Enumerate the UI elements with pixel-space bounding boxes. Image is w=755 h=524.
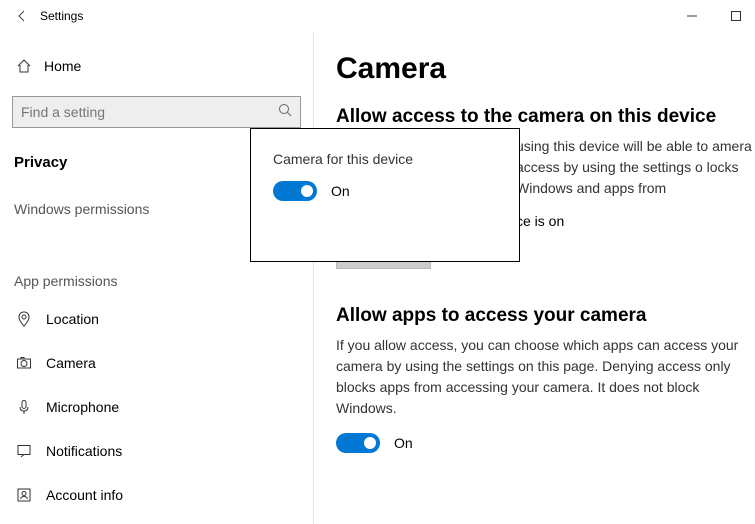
- device-camera-toggle[interactable]: [273, 181, 317, 201]
- nav-item-microphone[interactable]: Microphone: [0, 385, 313, 429]
- minimize-button[interactable]: [677, 4, 707, 28]
- nav-home-label: Home: [44, 58, 81, 74]
- device-camera-toggle-label: On: [331, 183, 350, 199]
- section1-title: Allow access to the camera on this devic…: [336, 106, 755, 128]
- camera-icon: [14, 355, 34, 371]
- nav-item-label: Microphone: [46, 399, 119, 415]
- account-icon: [14, 487, 34, 503]
- nav-item-label: Notifications: [46, 443, 122, 459]
- sidebar-group-app-permissions[interactable]: App permissions: [0, 265, 313, 297]
- section2-title: Allow apps to access your camera: [336, 305, 755, 327]
- sidebar: Home Privacy Windows permissions App per…: [0, 32, 314, 524]
- section2-body: If you allow access, you can choose whic…: [336, 335, 755, 419]
- apps-access-toggle[interactable]: [336, 433, 380, 453]
- nav-item-label: Location: [46, 311, 99, 327]
- microphone-icon: [14, 399, 34, 415]
- nav-item-camera[interactable]: Camera: [0, 341, 313, 385]
- search-icon: [278, 103, 292, 122]
- camera-device-popup: Camera for this device On: [250, 128, 520, 262]
- back-button[interactable]: [8, 2, 36, 30]
- nav-home[interactable]: Home: [0, 46, 313, 86]
- apps-access-toggle-label: On: [394, 435, 413, 451]
- nav-item-label: Account info: [46, 487, 123, 503]
- nav-item-location[interactable]: Location: [0, 297, 313, 341]
- popup-title: Camera for this device: [273, 151, 497, 167]
- page-title: Camera: [336, 52, 755, 86]
- search-input-container[interactable]: [12, 96, 301, 128]
- window-title: Settings: [40, 9, 83, 23]
- nav-item-label: Camera: [46, 355, 96, 371]
- notifications-icon: [14, 443, 34, 459]
- location-icon: [14, 311, 34, 327]
- home-icon: [14, 58, 34, 74]
- search-input[interactable]: [21, 104, 278, 120]
- maximize-button[interactable]: [721, 4, 751, 28]
- content-pane: Camera Allow access to the camera on thi…: [314, 32, 755, 524]
- nav-item-account-info[interactable]: Account info: [0, 473, 313, 517]
- nav-item-notifications[interactable]: Notifications: [0, 429, 313, 473]
